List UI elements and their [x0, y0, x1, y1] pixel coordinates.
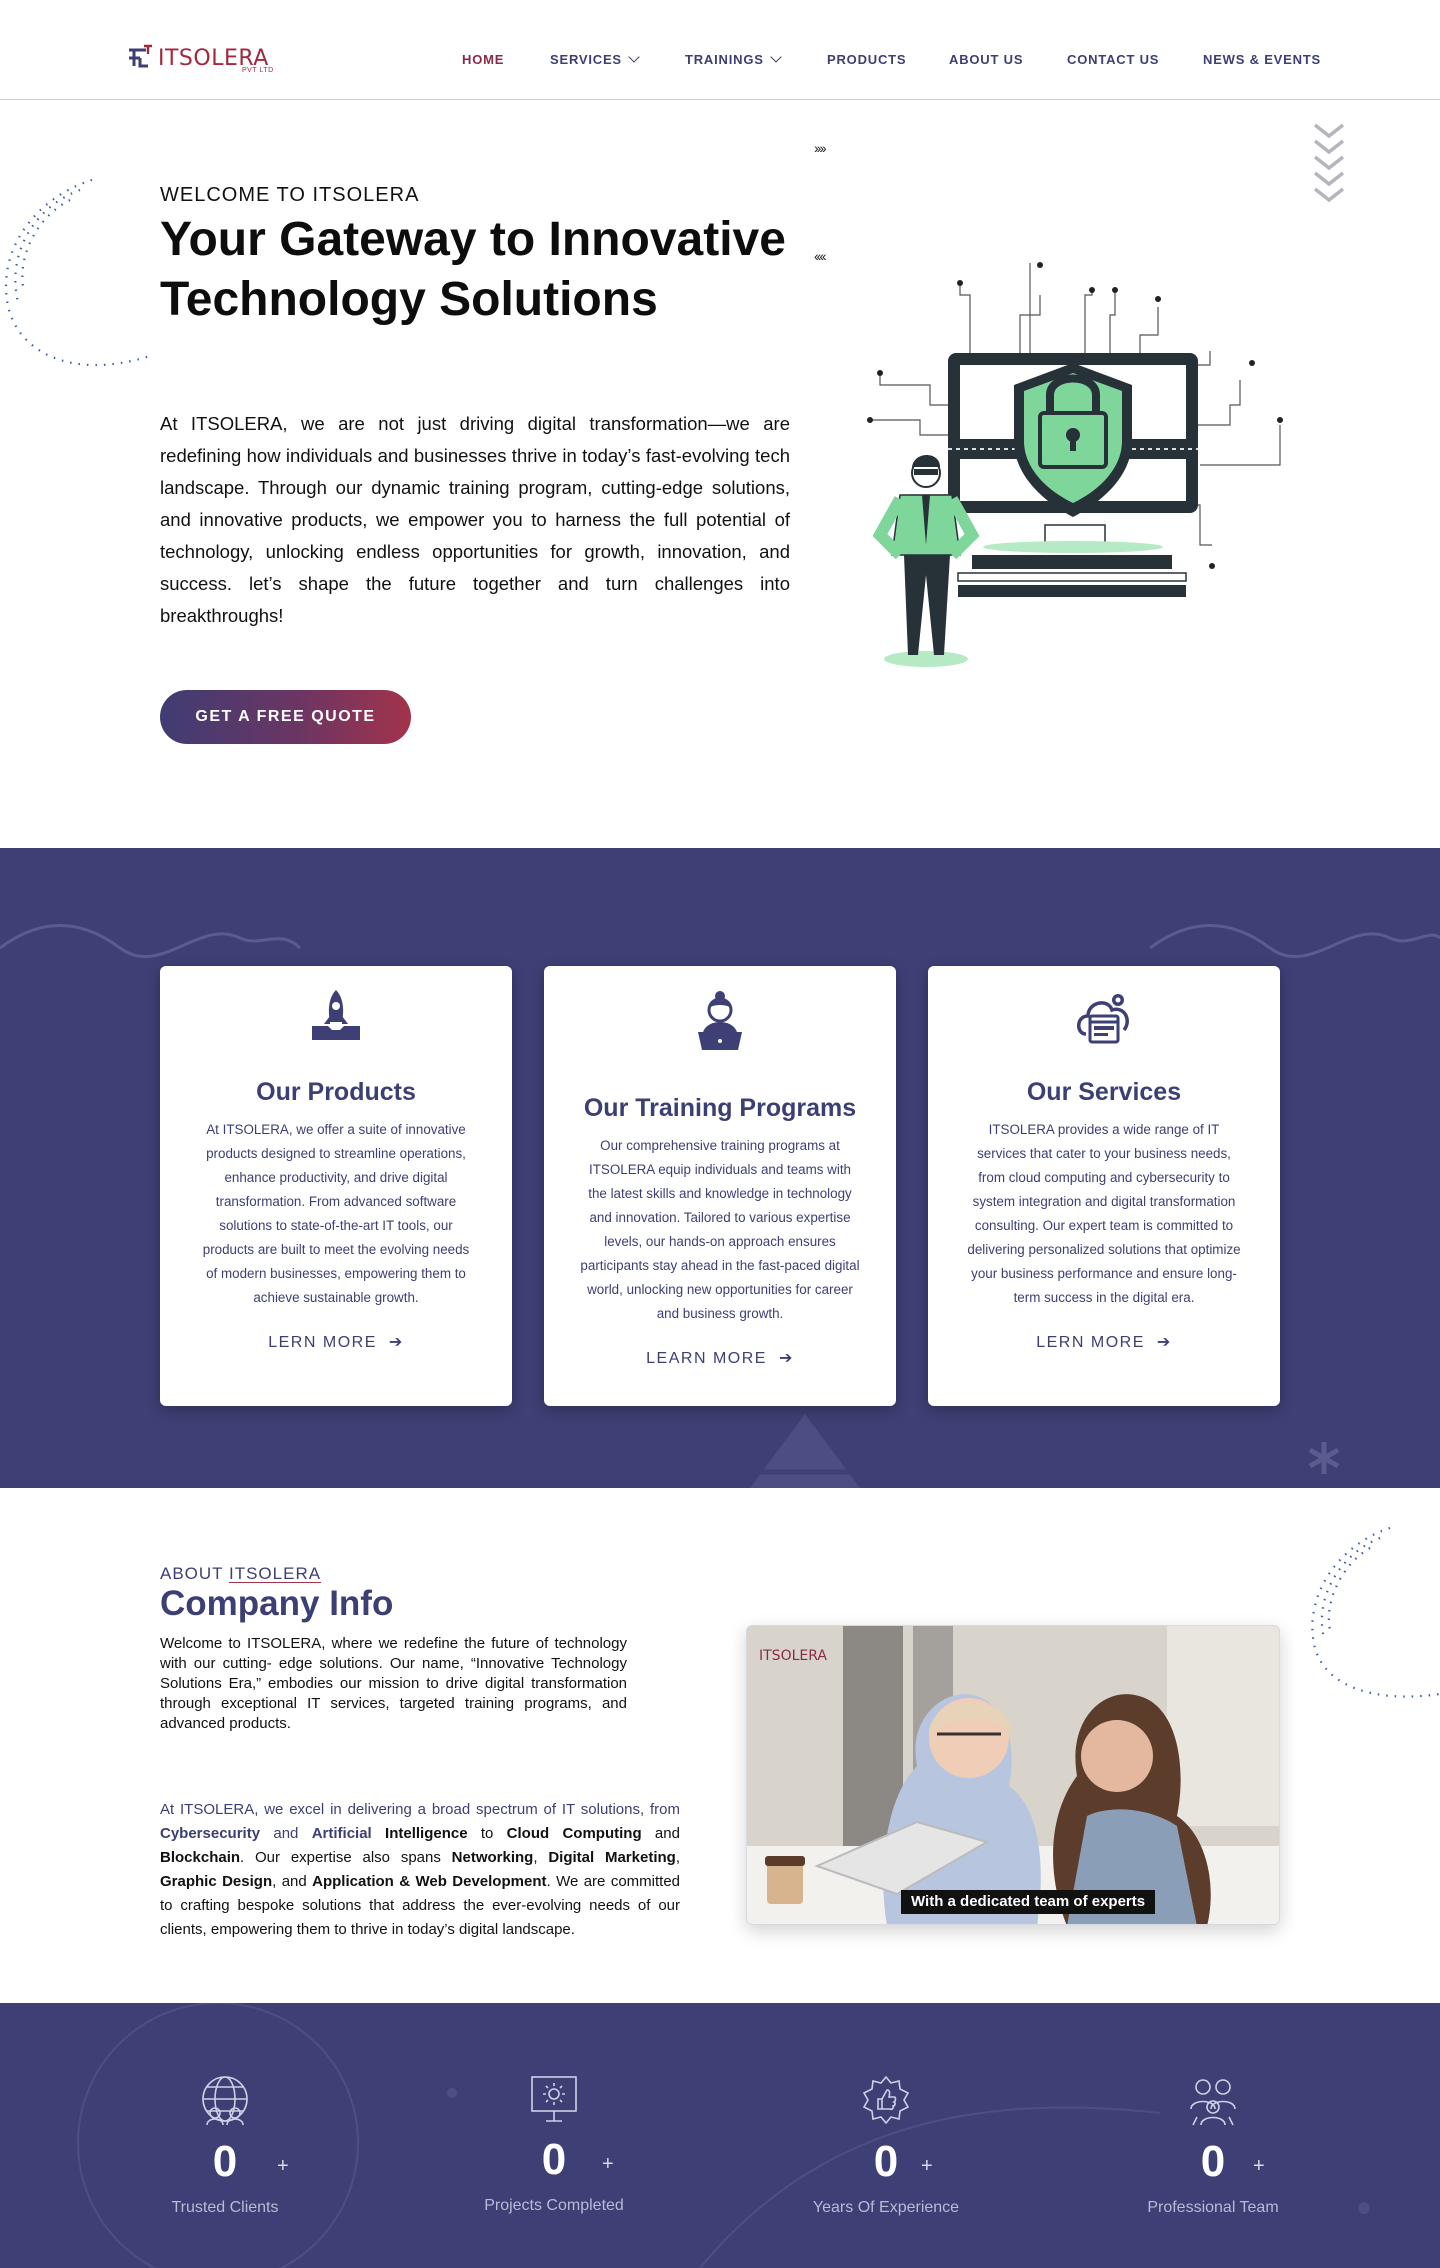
main-menu: HOME SERVICES TRAININGS PRODUCTS ABOUT U…	[0, 51, 1440, 72]
about-p2-q: Application & Web Development	[312, 1873, 547, 1890]
training-card-title: Our Training Programs	[583, 1094, 857, 1122]
hero-title: Your Gateway to Innovative Technology So…	[160, 213, 786, 326]
about-expertise-text: At ITSOLERA, we excel in delivering a br…	[160, 1798, 680, 1942]
stat-projects-completed-value: 0	[541, 2135, 567, 2184]
about-p2-h: and	[641, 1825, 680, 1842]
nav-home[interactable]: HOME	[462, 52, 504, 67]
services-learn-more-label: LERN MORE	[1036, 1334, 1145, 1351]
nav-about-us[interactable]: ABOUT US	[949, 52, 1023, 67]
about-p2-g: Cloud Computing	[506, 1825, 642, 1842]
chevrons-down-decoration	[1313, 123, 1345, 203]
get-free-quote-button[interactable]: GET A FREE QUOTE	[160, 690, 411, 744]
nav-trainings-label: TRAININGS	[685, 52, 764, 67]
stat-projects-completed-suffix: +	[602, 2153, 614, 2175]
photo-caption: With a dedicated team of experts	[901, 1890, 1156, 1914]
dotted-arc-decoration-right	[1311, 1526, 1440, 1698]
products-card: Our Products At ITSOLERA, we offer a sui…	[160, 966, 512, 1406]
arrow-right-icon: ➔	[778, 1350, 794, 1367]
hero-description: At ITSOLERA, we are not just driving dig…	[160, 413, 790, 626]
about-kicker: ABOUT ITSOLERA	[160, 1564, 321, 1584]
team-members-icon	[1190, 2079, 1236, 2126]
chevron-down-icon	[770, 51, 782, 63]
services-card: Our Services ITSOLERA provides a wide ra…	[928, 966, 1280, 1406]
products-learn-more-label: LERN MORE	[268, 1334, 377, 1351]
about-p2-a: At ITSOLERA, we excel in delivering a br…	[160, 1801, 680, 1818]
stat-projects-completed: 0 + Projects Completed	[434, 2003, 674, 2268]
stat-trusted-clients-suffix: +	[277, 2155, 289, 2177]
stat-projects-completed-label: Projects Completed	[484, 2197, 624, 2214]
products-learn-more-link[interactable]: LERN MORE ➔	[160, 1332, 512, 1352]
nav-services-label: SERVICES	[550, 52, 622, 67]
arrows-left-decoration: ‹‹‹‹	[814, 248, 827, 264]
stat-professional-team-value: 0	[1200, 2137, 1226, 2186]
stats-section: 0 + Trusted Clients 0 + Projects Complet…	[0, 2003, 1440, 2268]
services-card-title: Our Services	[1026, 1078, 1182, 1106]
about-p2-l: ,	[533, 1849, 549, 1866]
hero-welcome: WELCOME TO ITSOLERA	[160, 184, 420, 206]
about-p2-d: Artificial	[311, 1825, 372, 1842]
team-photo: ITSOLERA With a dedicated team of expert…	[746, 1625, 1280, 1925]
arrow-right-icon: ➔	[388, 1334, 404, 1351]
stat-years-experience-suffix: +	[921, 2155, 933, 2177]
nav-products[interactable]: PRODUCTS	[827, 52, 906, 67]
globe-people-icon	[202, 2076, 248, 2126]
training-learn-more-label: LEARN MORE	[646, 1350, 767, 1367]
stat-professional-team-suffix: +	[1253, 2155, 1265, 2177]
nav-trainings[interactable]: TRAININGS	[685, 51, 782, 67]
stat-professional-team-label: Professional Team	[1147, 2199, 1279, 2216]
arrows-right-decoration: ››››	[814, 140, 827, 156]
training-learn-more-link[interactable]: LEARN MORE ➔	[544, 1348, 896, 1368]
about-title: Company Info	[160, 1584, 394, 1623]
about-p2-c: and	[260, 1825, 312, 1842]
about-p2-f: to	[467, 1825, 507, 1842]
products-card-title: Our Products	[256, 1078, 416, 1106]
about-p2-j: . Our expertise also spans	[240, 1849, 452, 1866]
presentation-board-icon	[531, 2076, 577, 2122]
products-card-text: At ITSOLERA, we offer a suite of innovat…	[202, 1122, 470, 1305]
team-photo-scene	[747, 1626, 1279, 1924]
nav-contact-us[interactable]: CONTACT US	[1067, 52, 1159, 67]
about-kicker-brand: ITSOLERA	[228, 1564, 322, 1583]
nav-news-events[interactable]: NEWS & EVENTS	[1203, 52, 1321, 67]
offerings-section: Our Products At ITSOLERA, we offer a sui…	[0, 848, 1440, 1488]
about-p2-b: Cybersecurity	[160, 1825, 261, 1842]
chevron-down-icon	[628, 51, 640, 63]
training-card: Our Training Programs Our comprehensive …	[544, 966, 896, 1406]
stat-trusted-clients-value: 0	[212, 2137, 238, 2186]
services-learn-more-link[interactable]: LERN MORE ➔	[928, 1332, 1280, 1352]
about-p2-e: Intelligence	[371, 1825, 468, 1842]
trainer-laptop-icon	[698, 991, 742, 1050]
stat-years-experience-label: Years Of Experience	[812, 2199, 960, 2216]
stat-professional-team: 0 + Professional Team	[1093, 2003, 1333, 2268]
cloud-settings-icon	[1077, 994, 1129, 1044]
stat-years-experience: 0 + Years Of Experience	[766, 2003, 1006, 2268]
asterisk-decoration	[1308, 1442, 1340, 1474]
about-p2-o: Graphic Design	[160, 1873, 273, 1890]
stat-years-experience-value: 0	[873, 2137, 899, 2186]
training-card-text: Our comprehensive training programs at I…	[580, 1138, 860, 1321]
triangle-decoration	[750, 1414, 860, 1488]
dotted-arc-decoration	[5, 178, 151, 366]
services-card-text: ITSOLERA provides a wide range of IT ser…	[967, 1122, 1241, 1305]
stat-trusted-clients-label: Trusted Clients	[171, 2199, 279, 2216]
about-kicker-prefix: ABOUT	[160, 1564, 229, 1583]
cybersecurity-illustration	[867, 262, 1283, 667]
award-thumbs-up-icon	[862, 2075, 910, 2125]
photo-watermark-logo: ITSOLERA	[759, 1648, 827, 1664]
about-p2-k: Networking	[451, 1849, 534, 1866]
stat-trusted-clients: 0 + Trusted Clients	[105, 2003, 345, 2268]
about-p2-n: ,	[675, 1849, 680, 1866]
about-p2-i: Blockchain	[160, 1849, 241, 1866]
about-p2-p: , and	[272, 1873, 313, 1890]
top-navbar: ITSOLERA PVT LTD HOME SERVICES TRAININGS…	[0, 0, 1440, 100]
about-p2-m: Digital Marketing	[548, 1849, 676, 1866]
about-intro-text: Welcome to ITSOLERA, where we redefine t…	[160, 1635, 627, 1732]
arrow-right-icon: ➔	[1156, 1334, 1172, 1351]
rocket-laptop-icon	[312, 990, 360, 1040]
nav-services[interactable]: SERVICES	[550, 51, 640, 67]
